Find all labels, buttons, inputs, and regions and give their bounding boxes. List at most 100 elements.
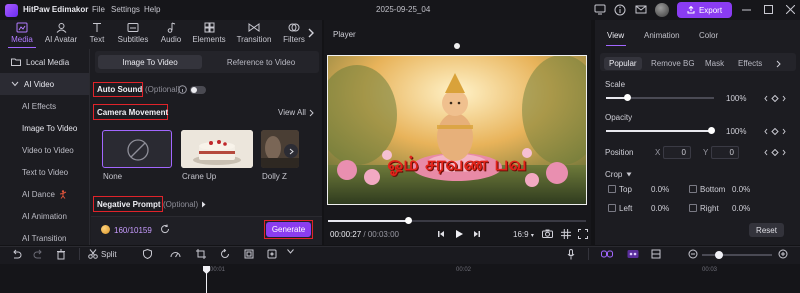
- redo-icon[interactable]: [33, 249, 44, 259]
- chevron-right-icon[interactable]: [308, 28, 315, 38]
- track-link-icon[interactable]: [627, 249, 639, 259]
- sidebar-item-ai-effects[interactable]: AI Effects: [0, 95, 89, 117]
- microphone-icon[interactable]: [567, 249, 575, 260]
- menu-help[interactable]: Help: [144, 5, 160, 14]
- keyframe-nav-icon[interactable]: [764, 128, 786, 135]
- sidebar-item-video-to-video[interactable]: Video to Video: [0, 139, 89, 161]
- tab-view[interactable]: View: [607, 31, 624, 40]
- delete-icon[interactable]: [56, 249, 66, 260]
- keyframe-nav-icon[interactable]: [764, 149, 786, 156]
- scale-label: Scale: [605, 80, 626, 89]
- sidebar-item-text-to-video[interactable]: Text to Video: [0, 161, 89, 183]
- crop-icon[interactable]: [196, 249, 206, 259]
- next-frame-icon[interactable]: [473, 230, 481, 238]
- tab-audio[interactable]: Audio: [157, 22, 185, 44]
- speed-icon[interactable]: [170, 249, 181, 259]
- sidebar-item-ai-video[interactable]: AI Video: [0, 73, 89, 95]
- tab-media[interactable]: Media: [6, 22, 38, 44]
- sidebar-label: Image To Video: [22, 123, 78, 133]
- position-y-input[interactable]: 0: [711, 146, 739, 159]
- keyframe-nav-icon[interactable]: [764, 95, 786, 102]
- caret-down-icon[interactable]: [626, 172, 632, 177]
- tab-subtitles[interactable]: Subtitles: [115, 22, 151, 44]
- auto-sound-toggle[interactable]: [190, 86, 206, 94]
- chevron-down-icon[interactable]: [287, 249, 294, 254]
- zoom-out-icon[interactable]: [688, 249, 698, 259]
- rotate-handle[interactable]: [454, 43, 460, 49]
- sidebar-item-ai-dance[interactable]: AI Dance: [0, 183, 89, 205]
- video-preview[interactable]: ஓம் சரவண பவ: [327, 55, 587, 205]
- aspect-ratio-select[interactable]: 16:9 ▾: [513, 230, 534, 239]
- opacity-value[interactable]: 100%: [726, 127, 746, 136]
- caret-right-icon[interactable]: [201, 201, 206, 208]
- avatar[interactable]: [655, 3, 669, 17]
- tab-text[interactable]: Text: [86, 22, 108, 44]
- sidebar-item-ai-animation[interactable]: AI Animation: [0, 205, 89, 227]
- maximize-icon[interactable]: [764, 5, 773, 14]
- tab-animation[interactable]: Animation: [644, 31, 680, 40]
- scale-value[interactable]: 100%: [726, 94, 746, 103]
- menu-file[interactable]: File: [92, 5, 105, 14]
- rotate-icon[interactable]: [220, 249, 230, 259]
- view-all-link[interactable]: View All: [278, 108, 306, 117]
- subtab-effects[interactable]: Effects: [738, 59, 762, 68]
- zoom-fit-icon[interactable]: [651, 249, 661, 259]
- close-icon[interactable]: [786, 5, 795, 14]
- crop-left-value[interactable]: 0.0%: [651, 204, 669, 213]
- chevron-right-icon: [289, 148, 294, 154]
- tab-transition[interactable]: Transition: [234, 22, 274, 44]
- position-x-input[interactable]: 0: [663, 146, 691, 159]
- camera-snapshot-icon[interactable]: [542, 229, 553, 238]
- ai-tools-icon[interactable]: [267, 249, 277, 259]
- crop-top-value[interactable]: 0.0%: [651, 185, 669, 194]
- info-icon[interactable]: [178, 85, 187, 94]
- opacity-slider-handle[interactable]: [708, 127, 715, 134]
- tab-elements[interactable]: Elements: [190, 22, 228, 44]
- timeline-ruler[interactable]: [0, 264, 800, 293]
- refresh-icon[interactable]: [160, 224, 170, 234]
- chevron-right-icon[interactable]: [776, 60, 781, 68]
- none-icon: [127, 139, 149, 161]
- fullscreen-icon[interactable]: [578, 229, 588, 239]
- camera-option-crane-up[interactable]: [181, 130, 253, 168]
- export-button[interactable]: Export: [677, 2, 732, 18]
- zoom-slider-track[interactable]: [702, 254, 772, 256]
- grid-icon[interactable]: [561, 229, 571, 239]
- subtab-mask[interactable]: Mask: [705, 59, 724, 68]
- generate-button[interactable]: Generate: [266, 222, 311, 237]
- shield-icon[interactable]: [143, 249, 152, 259]
- play-icon[interactable]: [455, 229, 464, 239]
- monitor-icon[interactable]: [594, 4, 606, 15]
- tab-ai-avatar[interactable]: AI Avatar: [43, 22, 79, 44]
- segment-image-to-video[interactable]: Image To Video: [98, 55, 202, 69]
- mail-icon[interactable]: [635, 4, 647, 15]
- sidebar-item-local-media[interactable]: Local Media: [0, 51, 89, 73]
- tab-color[interactable]: Color: [699, 31, 718, 40]
- subtab-remove-bg[interactable]: Remove BG: [651, 59, 695, 68]
- scissors-icon[interactable]: [88, 249, 98, 259]
- selection-frame[interactable]: [327, 55, 587, 205]
- split-button[interactable]: Split: [101, 250, 117, 259]
- magnet-link-icon[interactable]: [601, 249, 613, 259]
- chevron-right-icon[interactable]: [309, 109, 314, 117]
- crop-right-value[interactable]: 0.0%: [732, 204, 750, 213]
- minimize-icon[interactable]: [742, 5, 751, 14]
- zoom-slider-handle[interactable]: [715, 251, 723, 259]
- info-icon[interactable]: [614, 4, 626, 16]
- tab-filters[interactable]: Filters: [281, 22, 307, 44]
- segment-reference-to-video[interactable]: Reference to Video: [206, 55, 316, 69]
- sidebar-item-image-to-video[interactable]: Image To Video: [0, 117, 89, 139]
- menu-settings[interactable]: Settings: [111, 5, 140, 14]
- crop-bottom-value[interactable]: 0.0%: [732, 185, 750, 194]
- scrub-handle[interactable]: [404, 217, 412, 224]
- opacity-label: Opacity: [605, 113, 633, 122]
- carousel-next-button[interactable]: [284, 144, 298, 158]
- zoom-in-icon[interactable]: [778, 249, 788, 259]
- previous-frame-icon[interactable]: [437, 230, 445, 238]
- reset-button[interactable]: Reset: [749, 223, 784, 237]
- camera-option-none[interactable]: [102, 130, 172, 168]
- scale-slider-handle[interactable]: [624, 94, 631, 101]
- subtab-popular[interactable]: Popular: [604, 57, 642, 70]
- undo-icon[interactable]: [11, 249, 22, 259]
- frame-icon[interactable]: [244, 249, 254, 259]
